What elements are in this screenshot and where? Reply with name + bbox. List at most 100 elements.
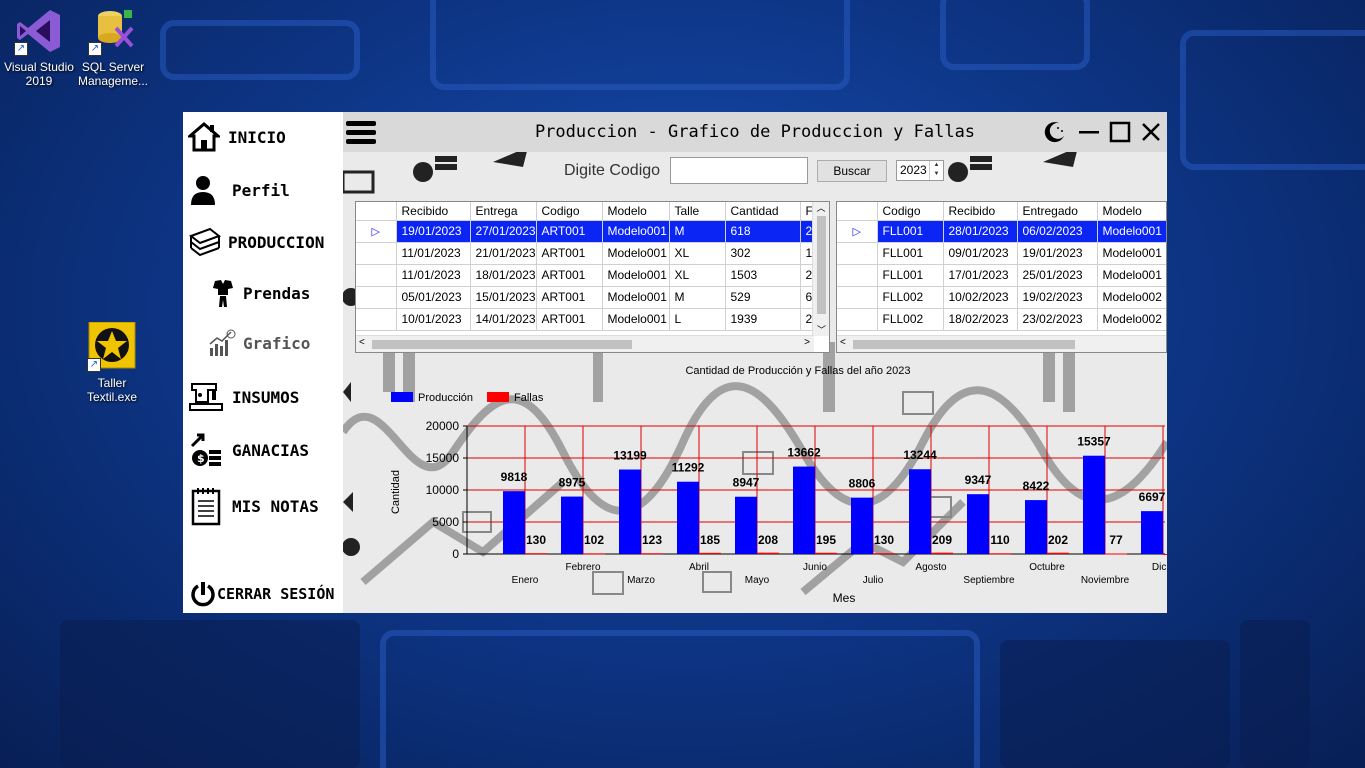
scroll-thumb[interactable] [817, 216, 826, 314]
table-cell[interactable]: 529 [725, 286, 801, 309]
sidebar-item-perfil[interactable]: Perfil [188, 174, 290, 206]
production-column-header[interactable]: Modelo [602, 202, 670, 221]
table-cell[interactable]: Modelo001 [602, 220, 670, 243]
table-cell[interactable]: 18/02/2023 [943, 308, 1018, 331]
scroll-right-icon[interactable]: > [804, 337, 810, 348]
table-cell[interactable]: Modelo002 [1097, 286, 1166, 309]
table-row[interactable]: 11/01/2023 21/01/2023 ART001 Modelo001 XL 302… [356, 242, 829, 265]
table-cell[interactable]: XL [669, 264, 726, 287]
table-row[interactable]: ▷ 19/01/2023 27/01/2023 ART001 Modelo001 M 618… [356, 220, 829, 243]
table-cell[interactable]: FLL001 [877, 264, 944, 287]
scroll-thumb[interactable] [372, 340, 632, 349]
table-cell[interactable]: 11/01/2023 [396, 264, 471, 287]
table-cell[interactable]: 05/01/2023 [396, 286, 471, 309]
faults-grid[interactable]: Codigo Recibido Entregado Modelo ▷ FLL001 28/… [836, 201, 1167, 353]
table-cell[interactable]: M [669, 286, 726, 309]
production-column-header[interactable]: Recibido [396, 202, 471, 221]
scroll-left-icon[interactable]: < [840, 337, 846, 348]
table-cell[interactable]: 11/01/2023 [396, 242, 471, 265]
row-header-cell[interactable] [356, 242, 397, 265]
dark-mode-moon-icon[interactable] [1043, 120, 1067, 144]
row-header-cell[interactable] [356, 264, 397, 287]
row-header-cell[interactable] [837, 286, 878, 309]
table-row[interactable]: FLL001 17/01/2023 25/01/2023 Modelo001 [837, 264, 1166, 287]
table-row[interactable]: FLL002 18/02/2023 23/02/2023 Modelo002 [837, 308, 1166, 331]
close-icon[interactable] [1139, 120, 1163, 144]
table-cell[interactable]: 19/01/2023 [1017, 242, 1098, 265]
table-cell[interactable]: Modelo001 [1097, 220, 1166, 243]
table-cell[interactable]: FLL002 [877, 308, 944, 331]
scroll-up-icon[interactable]: ︿ [813, 202, 829, 214]
production-vertical-scrollbar[interactable]: ︿ ﹀ [812, 202, 829, 336]
table-cell[interactable]: 1503 [725, 264, 801, 287]
search-button[interactable]: Buscar [817, 160, 887, 182]
maximize-icon[interactable] [1108, 120, 1132, 144]
production-column-header[interactable]: Talle [669, 202, 726, 221]
table-row[interactable]: ▷ FLL001 28/01/2023 06/02/2023 Modelo001 [837, 220, 1166, 243]
scroll-thumb[interactable] [853, 340, 1075, 349]
sidebar-item-produccion[interactable]: PRODUCCION [188, 226, 324, 258]
sidebar-item-inicio[interactable]: INICIO [188, 122, 286, 152]
desktop-icon-taller-textil[interactable]: ↗ Taller Textil.exe [73, 321, 151, 404]
production-column-header[interactable]: Entrega [470, 202, 537, 221]
table-cell[interactable]: Modelo002 [1097, 308, 1166, 331]
minimize-icon[interactable] [1077, 120, 1101, 144]
year-selector[interactable]: 2023 ▲ ▼ [896, 160, 944, 181]
table-row[interactable]: 11/01/2023 18/01/2023 ART001 Modelo001 XL 150… [356, 264, 829, 287]
faults-column-header[interactable]: Entregado [1017, 202, 1098, 221]
table-row[interactable]: 10/01/2023 14/01/2023 ART001 Modelo001 L 1939… [356, 308, 829, 331]
table-cell[interactable]: ART001 [536, 308, 603, 331]
row-header-cell[interactable] [356, 286, 397, 309]
table-cell[interactable]: 27/01/2023 [470, 220, 537, 243]
table-cell[interactable]: 14/01/2023 [470, 308, 537, 331]
table-cell[interactable]: XL [669, 242, 726, 265]
table-cell[interactable]: Modelo001 [1097, 242, 1166, 265]
table-cell[interactable]: 25/01/2023 [1017, 264, 1098, 287]
table-cell[interactable]: ART001 [536, 242, 603, 265]
table-cell[interactable]: 09/01/2023 [943, 242, 1018, 265]
table-cell[interactable]: 19/01/2023 [396, 220, 471, 243]
current-row-marker-icon[interactable]: ▷ [837, 220, 878, 243]
logout-button[interactable]: CERRAR SESIÓN [189, 580, 334, 608]
row-header-cell[interactable] [837, 308, 878, 331]
scroll-down-icon[interactable]: ﹀ [813, 324, 829, 336]
table-cell[interactable]: 23/02/2023 [1017, 308, 1098, 331]
table-cell[interactable]: ART001 [536, 264, 603, 287]
table-cell[interactable]: 10/02/2023 [943, 286, 1018, 309]
table-cell[interactable]: 17/01/2023 [943, 264, 1018, 287]
table-cell[interactable]: 18/01/2023 [470, 264, 537, 287]
row-header-cell[interactable] [837, 242, 878, 265]
sidebar-item-insumos[interactable]: INSUMOS [188, 380, 299, 414]
table-cell[interactable]: Modelo001 [1097, 264, 1166, 287]
table-cell[interactable]: FLL001 [877, 220, 944, 243]
table-cell[interactable]: Modelo001 [602, 264, 670, 287]
sidebar-item-grafico[interactable]: Grafico [207, 328, 310, 358]
sidebar-item-mis-notas[interactable]: MIS NOTAS [190, 486, 319, 526]
table-cell[interactable]: FLL001 [877, 242, 944, 265]
table-cell[interactable]: 15/01/2023 [470, 286, 537, 309]
table-cell[interactable]: Modelo001 [602, 286, 670, 309]
table-cell[interactable]: FLL002 [877, 286, 944, 309]
table-cell[interactable]: 302 [725, 242, 801, 265]
table-cell[interactable]: 21/01/2023 [470, 242, 537, 265]
production-column-header[interactable]: Codigo [536, 202, 603, 221]
production-column-header[interactable]: Cantidad [725, 202, 801, 221]
table-row[interactable]: 05/01/2023 15/01/2023 ART001 Modelo001 M 529 6 [356, 286, 829, 309]
desktop-icon-sql-server[interactable]: ↗ SQL Server Manageme... [74, 6, 152, 88]
sidebar-item-prendas[interactable]: Prendas [211, 278, 310, 308]
faults-column-header[interactable]: Recibido [943, 202, 1018, 221]
table-cell[interactable]: ART001 [536, 220, 603, 243]
code-search-input[interactable] [670, 157, 808, 184]
table-cell[interactable]: 10/01/2023 [396, 308, 471, 331]
table-row[interactable]: FLL001 09/01/2023 19/01/2023 Modelo001 [837, 242, 1166, 265]
sidebar-item-ganacias[interactable]: $ GANACIAS [188, 432, 309, 468]
table-cell[interactable]: 06/02/2023 [1017, 220, 1098, 243]
table-cell[interactable]: ART001 [536, 286, 603, 309]
faults-column-header[interactable]: Codigo [877, 202, 944, 221]
production-grid[interactable]: Recibido Entrega Codigo Modelo Talle Cantidad… [355, 201, 830, 353]
table-cell[interactable]: L [669, 308, 726, 331]
row-header-cell[interactable] [837, 264, 878, 287]
table-cell[interactable]: 19/02/2023 [1017, 286, 1098, 309]
desktop-icon-visual-studio[interactable]: ↗ Visual Studio 2019 [0, 6, 78, 88]
table-cell[interactable]: Modelo001 [602, 308, 670, 331]
